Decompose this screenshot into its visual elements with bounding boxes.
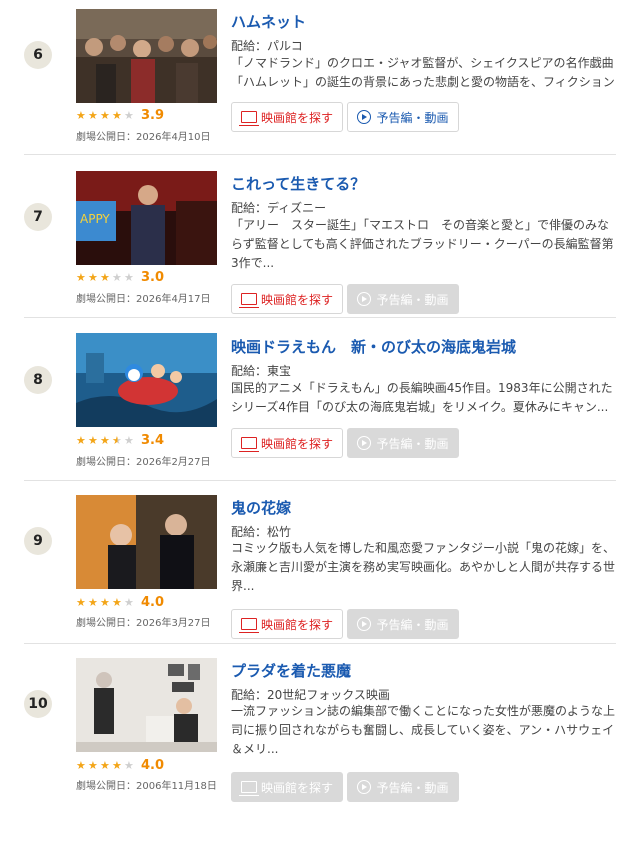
find-theater-button: 映画館を探す — [231, 772, 343, 802]
find-theater-label: 映画館を探す — [260, 780, 333, 795]
distributor: 配給：パルコ — [231, 39, 303, 53]
rating: ★ ★ ★ ★ ★ 3.4 — [76, 432, 165, 448]
trailer-label: 予告編・動画 — [376, 110, 449, 125]
play-icon — [357, 292, 372, 306]
movie-title-link[interactable]: 鬼の花嫁 — [231, 497, 291, 518]
movie-thumbnail[interactable] — [76, 658, 217, 752]
rating-score: 4.0 — [141, 594, 165, 610]
movie-thumbnail[interactable] — [76, 9, 217, 103]
ranking-item: 9 ★ ★ ★ ★ ★ 4.0 劇場公開日：2026年3月27日 鬼の花嫁 配給：松竹 … — [24, 481, 616, 644]
movie-title-link[interactable]: ハムネット — [231, 11, 306, 32]
description: 国民的アニメ「ドラえもん」の長編映画45作目。1983年に公開されたシリーズ4作… — [231, 381, 613, 414]
distributor: 配給：松竹 — [231, 525, 292, 539]
find-theater-button[interactable]: 映画館を探す — [231, 284, 343, 314]
theater-icon — [238, 437, 259, 452]
movie-title-link[interactable]: プラダを着た悪魔 — [231, 660, 351, 681]
star-rating: ★ ★ ★ ★ ★ — [76, 433, 134, 447]
rating: ★ ★ ★ ★ ★ 3.9 — [76, 107, 165, 123]
action-buttons: 映画館を探す 予告編・動画 — [231, 428, 459, 458]
star-rating: ★ ★ ★ ★ ★ — [76, 595, 134, 609]
movie-title-link[interactable]: これって生きてる？ — [231, 173, 365, 194]
rank-badge: 10 — [24, 690, 52, 718]
distributor: 配給：東宝 — [231, 364, 292, 378]
theater-icon — [238, 618, 259, 633]
action-buttons: 映画館を探す 予告編・動画 — [231, 772, 459, 802]
trailer-label: 予告編・動画 — [376, 436, 449, 451]
movie-title-link[interactable]: 映画ドラえもん 新・のび太の海底鬼岩城 — [231, 336, 516, 357]
ranking-item: 10 ★ ★ ★ ★ ★ 4.0 劇場公開日：2006年11月18日 プラダを着た悪魔 … — [24, 644, 616, 807]
action-buttons: 映画館を探す 予告編・動画 — [231, 609, 459, 639]
trailer-label: 予告編・動画 — [376, 292, 449, 307]
star-rating: ★ ★ ★ ★ ★ — [76, 108, 134, 122]
find-theater-button[interactable]: 映画館を探す — [231, 102, 343, 132]
action-buttons: 映画館を探す 予告編・動画 — [231, 102, 459, 132]
rank-badge: 8 — [24, 366, 52, 394]
movie-thumbnail[interactable] — [76, 495, 217, 589]
distributor: 配給：ディズニー — [231, 201, 327, 215]
rank-badge: 7 — [24, 203, 52, 231]
svg-text:APPY: APPY — [80, 212, 110, 226]
description: 一流ファッション誌の編集部で働くことになった女性が悪魔のような上司に振り回されな… — [231, 704, 616, 756]
action-buttons: 映画館を探す 予告編・動画 — [231, 284, 459, 314]
movie-thumbnail[interactable]: APPY — [76, 171, 217, 265]
rating-score: 3.0 — [141, 269, 165, 285]
release-date: 劇場公開日：2026年4月17日 — [76, 294, 211, 305]
release-date: 劇場公開日：2026年3月27日 — [76, 618, 211, 629]
rating: ★ ★ ★ ★ ★ 4.0 — [76, 594, 165, 610]
release-date: 劇場公開日：2026年2月27日 — [76, 457, 211, 468]
release-date: 劇場公開日：2026年4月10日 — [76, 132, 211, 143]
play-icon — [357, 110, 372, 124]
find-theater-label: 映画館を探す — [260, 617, 333, 632]
find-theater-label: 映画館を探す — [260, 436, 333, 451]
play-icon — [357, 436, 372, 450]
rating-score: 3.4 — [141, 432, 165, 448]
ranking-list: 6 ★ ★ ★ ★ ★ 3.9 劇場公開日：2026年4月10日 ハムネット 配給：パル… — [0, 0, 640, 807]
distributor: 配給：20世紀フォックス映画 — [231, 688, 390, 702]
description: 「アリー スター誕生」「マエストロ その音楽と愛と」で俳優のみならず監督としても… — [231, 218, 614, 270]
find-theater-button[interactable]: 映画館を探す — [231, 428, 343, 458]
star-rating: ★ ★ ★ ★ ★ — [76, 758, 134, 772]
trailer-button: 予告編・動画 — [347, 772, 459, 802]
trailer-button[interactable]: 予告編・動画 — [347, 102, 459, 132]
rank-badge: 6 — [24, 41, 52, 69]
description: 「ノマドランド」のクロエ・ジャオ監督が、シェイクスピアの名作戯曲「ハムレット」の… — [231, 56, 615, 89]
trailer-label: 予告編・動画 — [376, 780, 449, 795]
rating-score: 4.0 — [141, 757, 165, 773]
ranking-item: 6 ★ ★ ★ ★ ★ 3.9 劇場公開日：2026年4月10日 ハムネット 配給：パル… — [24, 0, 616, 155]
ranking-item: 7 APPY ★ ★ ★ ★ ★ 3.0 劇場公開日：2026年4月17日 これって生き… — [24, 155, 616, 318]
rating-score: 3.9 — [141, 107, 165, 123]
release-date: 劇場公開日：2006年11月18日 — [76, 781, 217, 792]
theater-icon — [238, 293, 259, 308]
ranking-item: 8 ★ ★ ★ ★ ★ 3.4 劇場公開日：2026年2月27日 映画ドラえもん 新・の… — [24, 318, 616, 481]
movie-thumbnail[interactable] — [76, 333, 217, 427]
play-icon — [357, 780, 372, 794]
rating: ★ ★ ★ ★ ★ 3.0 — [76, 269, 165, 285]
theater-icon — [238, 111, 259, 126]
rank-badge: 9 — [24, 527, 52, 555]
star-rating: ★ ★ ★ ★ ★ — [76, 270, 134, 284]
trailer-button: 予告編・動画 — [347, 428, 459, 458]
find-theater-label: 映画館を探す — [260, 292, 333, 307]
trailer-button: 予告編・動画 — [347, 609, 459, 639]
rating: ★ ★ ★ ★ ★ 4.0 — [76, 757, 165, 773]
trailer-label: 予告編・動画 — [376, 617, 449, 632]
play-icon — [357, 617, 372, 631]
find-theater-button[interactable]: 映画館を探す — [231, 609, 343, 639]
description: コミック版も人気を博した和風恋愛ファンタジー小説「鬼の花嫁」を、永瀬廉と吉川愛が… — [231, 541, 616, 593]
find-theater-label: 映画館を探す — [260, 110, 333, 125]
theater-icon — [238, 781, 259, 796]
trailer-button: 予告編・動画 — [347, 284, 459, 314]
